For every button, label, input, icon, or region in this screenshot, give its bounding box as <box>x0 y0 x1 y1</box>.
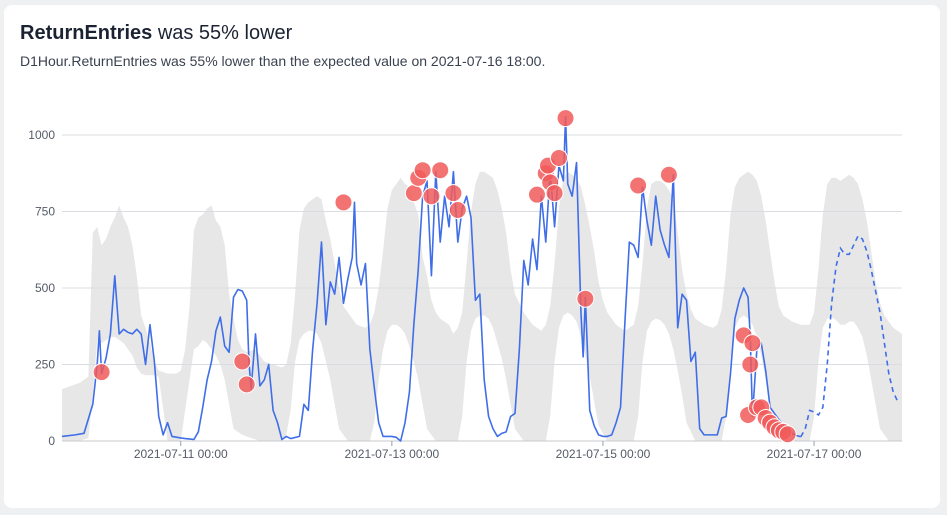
anomaly-marker <box>444 184 463 203</box>
anomaly-marker <box>741 355 760 374</box>
expected-range-band <box>62 171 902 441</box>
anomaly-marker <box>549 148 568 167</box>
x-tick-label: 2021-07-13 00:00 <box>344 447 439 461</box>
anomaly-marker <box>92 363 111 382</box>
anomaly-chart: 0 250 500 750 1000 2021-07-11 00:00 2021-07-13… <box>28 109 902 461</box>
anomaly-marker <box>233 352 252 371</box>
y-tick-label: 1000 <box>28 128 55 142</box>
y-tick-label: 0 <box>48 434 55 448</box>
y-tick-label: 750 <box>35 205 55 219</box>
anomaly-marker <box>404 184 423 203</box>
anomaly-marker <box>413 161 432 180</box>
anomaly-marker <box>778 425 797 444</box>
x-tick-label: 2021-07-11 00:00 <box>134 447 228 461</box>
anomaly-marker <box>629 176 648 195</box>
anomaly-marker <box>334 193 353 212</box>
anomaly-marker <box>431 161 450 180</box>
x-tick-label: 2021-07-17 00:00 <box>767 447 862 461</box>
x-tick-label: 2021-07-15 00:00 <box>556 447 651 461</box>
anomaly-marker <box>743 334 762 353</box>
anomaly-marker <box>237 375 256 394</box>
anomaly-marker <box>576 289 595 308</box>
anomaly-marker <box>556 109 575 128</box>
y-tick-label: 250 <box>35 358 55 372</box>
anomaly-marker <box>545 184 564 203</box>
y-tick-label: 500 <box>35 281 55 295</box>
anomaly-marker <box>659 165 678 184</box>
anomaly-marker <box>527 185 546 204</box>
anomaly-marker <box>448 200 467 219</box>
anomaly-marker <box>422 187 441 206</box>
